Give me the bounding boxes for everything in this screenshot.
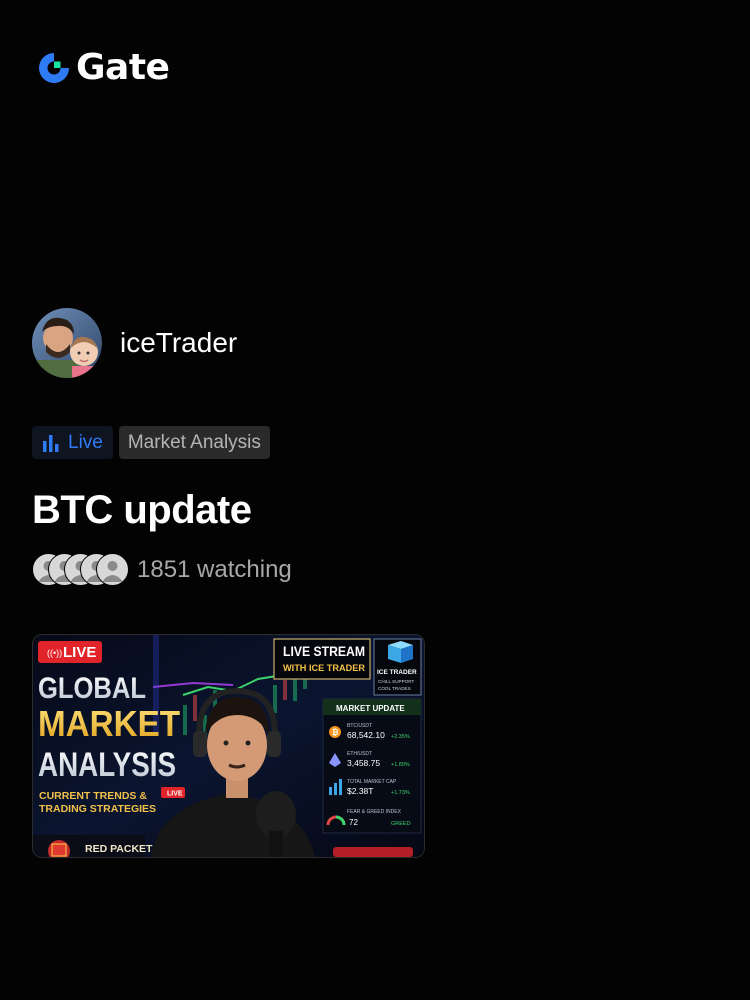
svg-text:₿: ₿ [332,728,339,737]
thumb-fg-value: 72 [349,818,358,827]
thumb-red-packet: RED PACKET [85,843,153,855]
thumb-box-title-1: LIVE STREAM [283,643,365,659]
gate-logo-text: Gate [76,47,170,88]
thumb-btc-change: +2.35% [391,734,410,740]
gate-logo-icon [39,53,69,83]
thumb-headline-1: GLOBAL [38,672,146,705]
thumb-fg-label: FEAR & GREED INDEX [347,809,402,815]
thumb-ice-logo-1: ICE TRADER [377,669,417,676]
stream-thumbnail[interactable]: ((•)) LIVE GLOBAL MARKET ANALYSIS CURREN… [32,634,425,858]
thumb-sub-1: CURRENT TRENDS & [39,790,147,802]
thumb-sub-2: TRADING STRATEGIES [39,803,156,815]
live-broadcast-icon: ((•)) [47,648,62,658]
live-tag: Live [32,426,113,459]
viewer-info: 1851 watching [32,553,292,586]
thumb-btc-label: BTC/USDT [347,723,372,729]
thumb-live-badge: ((•)) LIVE [38,641,102,663]
live-tag-label: Live [68,431,103,453]
live-bars-icon [43,434,59,452]
stream-title: BTC update [32,488,252,532]
thumb-headline-3: ANALYSIS [38,746,176,784]
thumb-panel-title: MARKET UPDATE [336,704,405,713]
thumb-eth-value: 3,458.75 [347,758,380,768]
red-packet-icon [51,843,67,857]
gate-logo[interactable]: Gate [36,47,170,88]
streamer-avatar[interactable] [32,308,102,378]
thumb-eth-change: +1.89% [391,762,410,768]
thumb-ice-logo-3: COOL TRADES [378,686,411,691]
thumb-cap-change: +1.73% [391,790,410,796]
ice-cube-icon [388,641,413,663]
thumb-headline-2: MARKET [38,703,180,744]
viewer-avatars [32,553,129,586]
thumb-ice-logo-2: CHILL SUPPORT [378,679,414,684]
thumb-btc-value: 68,542.10 [347,730,385,740]
streamer-name[interactable]: iceTrader [120,327,237,359]
thumb-cap-label: TOTAL MARKET CAP [347,779,397,785]
thumb-box-title-2: WITH ICE TRADER [283,663,365,674]
watching-count: 1851 watching [137,555,292,583]
thumb-cap-value: $2.38T [347,786,373,796]
thumb-live-text: LIVE [63,644,96,661]
stream-tags: Live Market Analysis [32,426,270,459]
thumb-fg-status: GREED [391,821,411,827]
streamer-header[interactable]: iceTrader [32,308,237,378]
thumb-eth-label: ETH/USDT [347,751,372,757]
viewer-avatar [96,553,129,586]
category-tag-label: Market Analysis [127,431,261,453]
category-tag[interactable]: Market Analysis [118,426,270,459]
thumb-live-small: LIVE [167,791,183,798]
